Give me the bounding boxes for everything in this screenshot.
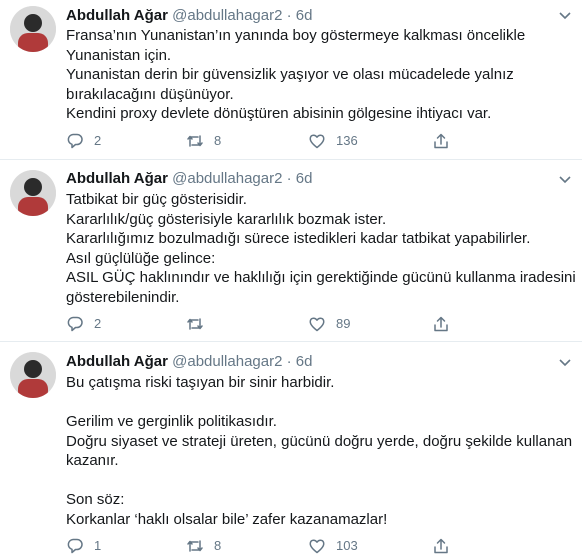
separator: · (286, 353, 292, 370)
like-count: 89 (336, 316, 351, 331)
share-icon (434, 538, 448, 554)
separator: · (286, 170, 292, 187)
tweet-text-line: Fransa’nın Yunanistan’ın yanında boy gös… (66, 27, 526, 44)
like-count: 136 (336, 133, 358, 148)
reply-count: 2 (94, 133, 102, 148)
reply-button[interactable]: 1 (66, 536, 101, 556)
share-button[interactable] (432, 131, 450, 151)
share-button[interactable] (432, 536, 450, 556)
retweet-button[interactable] (186, 314, 214, 334)
like-icon (309, 539, 325, 554)
chevron-down-icon[interactable] (558, 8, 572, 22)
author-name[interactable]: Abdullah Ağar (66, 170, 168, 187)
like-button[interactable]: 103 (308, 536, 358, 556)
tweet-text-line: Son söz: (66, 491, 125, 508)
tweet-text-line: Bu çatışma riski taşıyan bir sinir harbi… (66, 374, 335, 391)
tweet-text-line: Doğru siyaset ve strateji üreten, gücünü… (66, 432, 573, 450)
reply-button[interactable]: 2 (66, 314, 101, 334)
tweet-actions: 2 8 136 (66, 131, 506, 151)
chevron-down-icon[interactable] (558, 172, 572, 186)
retweet-count: 8 (214, 133, 222, 148)
tweet[interactable]: Abdullah Ağar @abdullahagar2 · 6d Fransa… (0, 0, 582, 159)
reply-icon (67, 316, 83, 332)
avatar[interactable] (10, 352, 56, 398)
author-name[interactable]: Abdullah Ağar (66, 353, 168, 370)
separator: · (286, 7, 292, 24)
tweet-text: Tatbikat bir güç gösterisidir. Kararlılı… (66, 190, 576, 307)
tweet-text-line: bırakılacağını düşünüyor. (66, 85, 234, 103)
author-handle[interactable]: @abdullahagar2 (172, 170, 282, 187)
reply-button[interactable]: 2 (66, 131, 101, 151)
tweet-text-line: Kendini proxy devlete dönüştüren abisini… (66, 105, 492, 122)
reply-icon (67, 133, 83, 149)
author-name[interactable]: Abdullah Ağar (66, 7, 168, 24)
tweet-header: Abdullah Ağar @abdullahagar2 · 6d (66, 169, 312, 189)
tweet-text-line: Kararlılık/güç gösterisiyle kararlılık b… (66, 210, 387, 228)
tweet-text-line: Yunanistan için. (66, 46, 172, 64)
tweet-text-line: ASIL GÜÇ haklınındır ve haklılığı için g… (66, 269, 576, 286)
tweet-text: Fransa’nın Yunanistan’ın yanında boy gös… (66, 26, 576, 124)
retweet-count: 8 (214, 538, 222, 553)
timestamp[interactable]: 6d (296, 170, 313, 187)
tweet-text-line: Yunanistan derin bir güvensizlik yaşıyor… (66, 66, 514, 83)
tweet-header: Abdullah Ağar @abdullahagar2 · 6d (66, 6, 312, 26)
tweet-text: Bu çatışma riski taşıyan bir sinir harbi… (66, 373, 576, 529)
tweet-text-line: Korkanlar ‘haklı olsalar bile’ zafer kaz… (66, 510, 388, 528)
avatar[interactable] (10, 6, 56, 52)
like-button[interactable]: 136 (308, 131, 358, 151)
tweet-text-line: kazanır. (66, 452, 119, 469)
retweet-icon (187, 318, 203, 330)
retweet-icon (187, 540, 203, 552)
retweet-button[interactable]: 8 (186, 536, 221, 556)
tweet-actions: 2 89 (66, 314, 506, 334)
tweet-text-line: gösterebilenindir. (66, 288, 180, 306)
tweet-text-line: Kararlılığımız bozulmadığı sürece istedi… (66, 230, 531, 247)
like-icon (309, 134, 325, 149)
like-button[interactable]: 89 (308, 314, 350, 334)
reply-count: 1 (94, 538, 102, 553)
tweet-text-line: Tatbikat bir güç gösterisidir. (66, 191, 247, 208)
avatar[interactable] (10, 170, 56, 216)
retweet-button[interactable]: 8 (186, 131, 221, 151)
timestamp[interactable]: 6d (296, 7, 313, 24)
share-icon (434, 133, 448, 149)
tweet-header: Abdullah Ağar @abdullahagar2 · 6d (66, 352, 312, 372)
tweet-text-line (66, 393, 576, 413)
author-handle[interactable]: @abdullahagar2 (172, 353, 282, 370)
like-count: 103 (336, 538, 358, 553)
author-handle[interactable]: @abdullahagar2 (172, 7, 282, 24)
timestamp[interactable]: 6d (296, 353, 313, 370)
chevron-down-icon[interactable] (558, 355, 572, 369)
tweet-text-line (66, 471, 576, 491)
share-icon (434, 316, 448, 332)
like-icon (309, 317, 325, 332)
tweet-text-line: Asıl güçlülüğe gelince: (66, 249, 216, 267)
reply-count: 2 (94, 316, 102, 331)
tweet-text-line: Gerilim ve gerginlik politikasıdır. (66, 413, 277, 430)
retweet-icon (187, 135, 203, 147)
tweet[interactable]: Abdullah Ağar @abdullahagar2 · 6d Tatbik… (0, 160, 582, 341)
share-button[interactable] (432, 314, 450, 334)
reply-icon (67, 538, 83, 554)
tweet[interactable]: Abdullah Ağar @abdullahagar2 · 6d Bu çat… (0, 342, 582, 559)
tweet-actions: 1 8 103 (66, 536, 506, 556)
